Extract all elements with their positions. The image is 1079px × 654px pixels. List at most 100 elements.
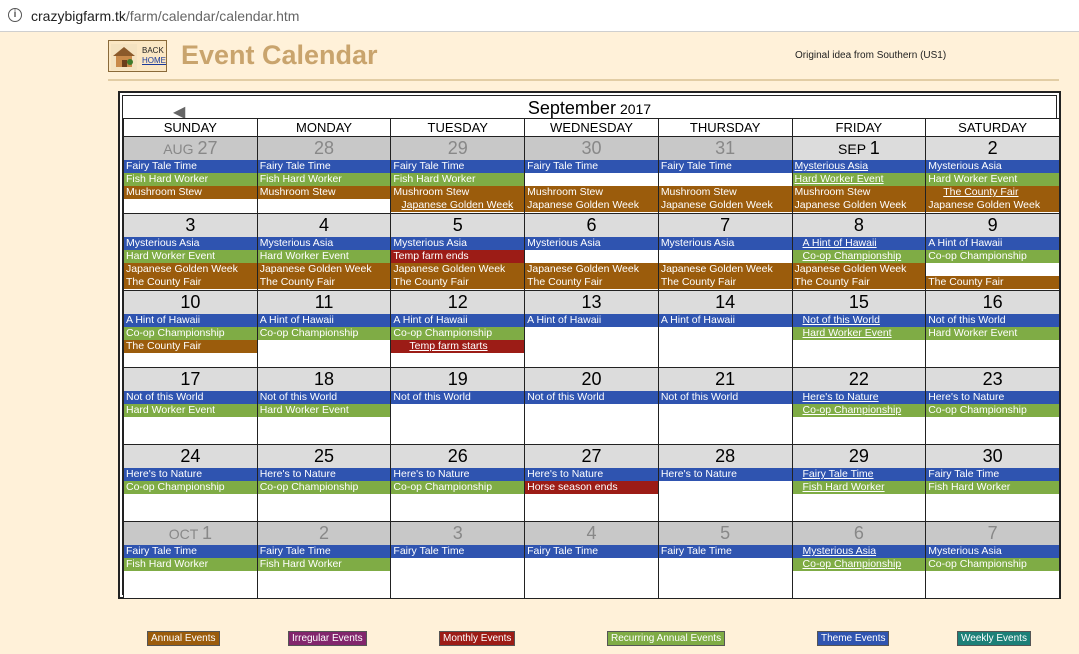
event-bar: Co-op Championship [926,404,1059,417]
day-number: SEP 1 [792,137,926,160]
event-bar[interactable]: A Hint of Hawaii [792,237,926,250]
event-label: Mysterious Asia [393,237,467,249]
weekday-thursday: THURSDAY [657,118,793,137]
page-title: Event Calendar [181,40,378,70]
event-label: Co-op Championship [259,327,359,339]
day-number-value: 19 [447,369,468,389]
event-bar: Temp farm ends [391,250,525,263]
event-spacer [525,173,658,186]
event-bar: Hard Worker Event [926,173,1059,186]
event-label: Co-op Championship [393,481,493,493]
day-cell: 6 Mysterious Asia Japanese Golden Week The … [524,213,659,291]
event-bar[interactable]: The County Fair [926,186,1059,199]
header-divider [108,79,1059,81]
info-icon[interactable]: i [8,8,22,22]
back-home-button[interactable]: BACK HOME [108,40,167,72]
event-label: Temp farm starts [409,340,488,352]
event-label: A Hint of Hawaii [928,237,1003,249]
url-text[interactable]: crazybigfarm.tk/farm/calendar/calendar.h… [31,8,299,24]
event-label: Mushroom Stew [660,186,737,198]
day-cell: 7 Mysterious Asia Japanese Golden Week The … [657,213,793,291]
event-label: The County Fair [794,276,870,288]
day-number-value: 14 [715,292,736,312]
event-bar: Mushroom Stew [257,186,391,199]
event-bar[interactable]: Mysterious Asia [792,160,926,173]
weekday-header-row: SUNDAY MONDAY TUESDAY WEDNESDAY THURSDAY FRID… [123,118,1060,137]
day-cell: OCT 1 Fairy Tale Time Fish Hard Worker [123,521,258,599]
event-spacer [926,263,1059,276]
event-bar[interactable]: Japanese Golden Week [391,199,525,212]
event-bar: A Hint of Hawaii [926,237,1059,250]
event-label: Here's to Nature [126,468,203,480]
day-cell: 2 Fairy Tale Time Fish Hard Worker [256,521,392,599]
event-bar: The County Fair [391,276,525,289]
event-label: Fish Hard Worker [802,481,885,493]
event-bar: Mushroom Stew [658,186,792,199]
event-label: Not of this World [802,314,880,326]
event-bar: The County Fair [124,276,257,289]
day-number: 5 [391,214,525,237]
event-label: Mushroom Stew [527,186,603,198]
url-path: /farm/calendar/calendar.htm [125,8,300,24]
event-label: Not of this World [928,314,1006,326]
day-number-value: 11 [314,292,334,312]
credit-text: Original idea from Southern (US1) [795,50,947,61]
event-label: Here's to Nature [259,468,336,480]
day-cell: 6 Mysterious Asia Co-op Championship [791,521,927,599]
event-bar: Hard Worker Event [926,327,1059,340]
home-link[interactable]: HOME [142,56,166,66]
event-bar: Fish Hard Worker [257,558,391,571]
event-bar[interactable]: Temp farm starts [391,340,525,353]
event-bar[interactable]: Co-op Championship [792,558,926,571]
event-bar[interactable]: Fish Hard Worker [792,481,926,494]
day-number: 22 [792,368,926,391]
event-label: Japanese Golden Week [660,199,773,211]
event-label: Here's to Nature [802,391,879,403]
month-abbr: AUG [163,141,198,157]
day-number-value: 28 [314,138,335,158]
day-number: 15 [792,291,926,314]
event-label: Co-op Championship [928,250,1027,262]
address-bar[interactable]: i crazybigfarm.tk/farm/calendar/calendar… [0,0,1079,32]
event-bar[interactable]: Hard Worker Event [792,327,926,340]
day-number: 18 [257,368,391,391]
event-label: Fairy Tale Time [802,468,874,480]
event-bar: Fairy Tale Time [525,160,658,173]
event-bar[interactable]: Co-op Championship [792,250,926,263]
event-bar[interactable]: Mysterious Asia [792,545,926,558]
week-row: 10 A Hint of Hawaii Co-op Championship The … [123,290,1060,368]
event-label: Mysterious Asia [527,237,601,249]
month-name: September [527,98,616,118]
day-number: 2 [257,522,391,545]
event-bar[interactable]: Not of this World [792,314,926,327]
day-number: 29 [391,137,525,160]
week-row: OCT 1 Fairy Tale Time Fish Hard Worker 2 Fai… [123,521,1060,599]
event-bar: A Hint of Hawaii [525,314,658,327]
day-number-value: 7 [720,215,731,235]
event-bar[interactable]: Co-op Championship [792,404,926,417]
week-row: AUG 27 Fairy Tale Time Fish Hard Worker Mus… [123,136,1060,214]
event-bar[interactable]: Fairy Tale Time [792,468,926,481]
day-number: OCT 1 [124,522,257,545]
day-number-value: 23 [982,369,1003,389]
event-bar: Here's to Nature [525,468,658,481]
event-label: Fairy Tale Time [527,545,599,557]
event-bar: Fish Hard Worker [257,173,391,186]
event-bar: Co-op Championship [391,327,525,340]
event-bar: Fairy Tale Time [124,160,257,173]
event-bar[interactable]: Hard Worker Event [792,173,926,186]
event-bar[interactable]: Here's to Nature [792,391,926,404]
event-bar: Not of this World [525,391,658,404]
day-number: 7 [658,214,792,237]
event-label: Co-op Championship [802,250,902,262]
event-label: Mysterious Asia [794,160,869,172]
event-bar: Fish Hard Worker [926,481,1059,494]
day-number-value: 7 [987,523,998,543]
event-bar: Co-op Championship [391,481,525,494]
event-bar: Japanese Golden Week [391,263,525,276]
day-number-value: 30 [982,446,1003,466]
event-bar: Japanese Golden Week [792,263,926,276]
event-label: Mysterious Asia [660,237,735,249]
day-cell: 22 Here's to Nature Co-op Championship [791,367,927,445]
event-label: Here's to Nature [393,468,470,480]
